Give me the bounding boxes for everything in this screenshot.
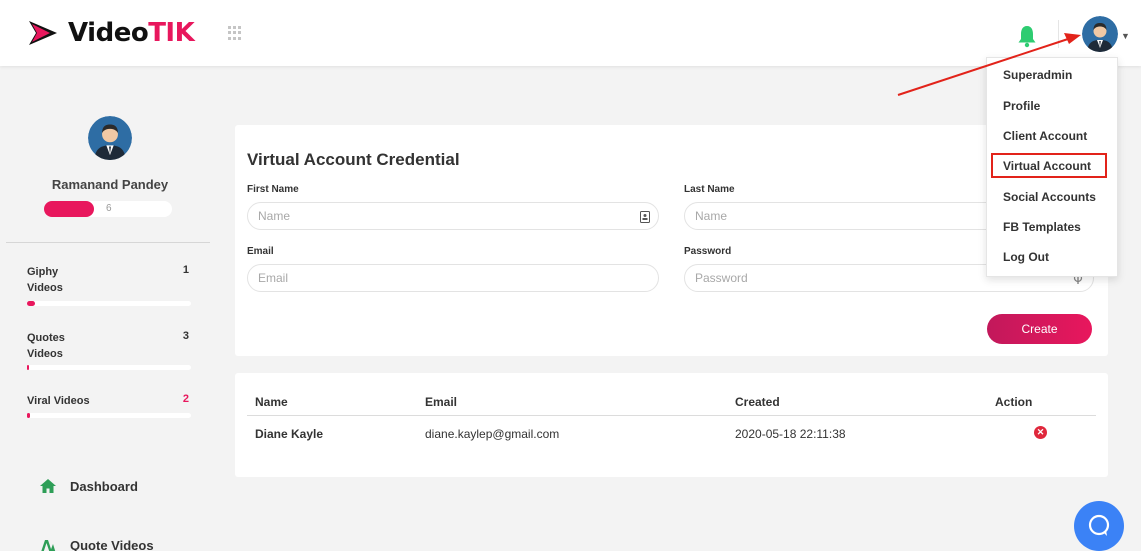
first-name-input[interactable] <box>247 202 659 230</box>
quote-videos-icon <box>38 536 58 551</box>
stat-count: 1 <box>182 264 189 276</box>
menu-item-fb-templates[interactable]: FB Templates <box>1003 220 1081 234</box>
column-header-action: Action <box>995 395 1033 409</box>
user-dropdown-menu: Superadmin Profile Client Account Virtua… <box>986 57 1118 277</box>
cell-created: 2020-05-18 22:11:38 <box>735 427 846 441</box>
logo-text: VideoTIK <box>68 18 195 48</box>
menu-item-superadmin[interactable]: Superadmin <box>1003 68 1072 82</box>
form-title: Virtual Account Credential <box>247 150 460 169</box>
column-header-name: Name <box>255 395 288 409</box>
contact-card-icon <box>640 211 650 223</box>
header-divider <box>1058 20 1059 48</box>
user-count: 6 <box>106 203 112 214</box>
column-header-email: Email <box>425 395 458 409</box>
stat-progress-bar <box>27 365 191 370</box>
first-name-label: First Name <box>247 184 299 195</box>
sidebar-divider <box>6 242 210 243</box>
stat-progress-bar <box>27 301 191 306</box>
nav-quote-videos[interactable]: Quote Videos <box>38 536 154 551</box>
chat-button[interactable] <box>1074 501 1124 551</box>
bell-icon[interactable] <box>1016 24 1038 48</box>
play-logo-icon <box>29 21 57 45</box>
menu-item-profile[interactable]: Profile <box>1003 99 1040 113</box>
sidebar-avatar <box>88 116 132 160</box>
user-progress-pill: 6 <box>44 201 172 217</box>
last-name-label: Last Name <box>684 184 735 195</box>
stat-label: Giphy Videos <box>27 266 63 294</box>
stat-quotes-videos[interactable]: Quotes Videos 3 <box>27 330 191 370</box>
sidebar-user-name: Ramanand Pandey <box>51 177 169 192</box>
delete-icon[interactable]: ✕ <box>1034 426 1047 439</box>
cell-email: diane.kaylep@gmail.com <box>425 427 560 441</box>
stat-count: 3 <box>182 330 189 342</box>
stat-viral-videos[interactable]: Viral Videos 2 <box>27 393 191 418</box>
logo[interactable]: VideoTIK <box>26 18 195 48</box>
top-bar: VideoTIK ▼ <box>0 0 1141 66</box>
apps-grid-icon[interactable] <box>228 26 242 40</box>
stat-label: Quotes Videos <box>27 332 65 360</box>
user-avatar[interactable] <box>1082 16 1118 52</box>
stat-giphy-videos[interactable]: Giphy Videos 1 <box>27 264 191 306</box>
table-header-divider <box>247 415 1096 416</box>
cell-name: Diane Kayle <box>255 427 324 441</box>
email-label: Email <box>247 246 274 257</box>
credential-form-card: Virtual Account Credential First Name La… <box>235 125 1108 356</box>
sidebar: Ramanand Pandey 6 Giphy Videos 1 Quotes … <box>0 66 210 551</box>
menu-item-social-accounts[interactable]: Social Accounts <box>1003 190 1096 204</box>
create-button[interactable]: Create <box>987 314 1092 344</box>
email-input[interactable] <box>247 264 659 292</box>
nav-label: Quote Videos <box>70 537 154 551</box>
column-header-created: Created <box>735 395 780 409</box>
menu-item-log-out[interactable]: Log Out <box>1003 250 1049 264</box>
nav-label: Dashboard <box>70 478 138 494</box>
menu-item-virtual-account[interactable]: Virtual Account <box>1003 159 1091 173</box>
home-icon <box>38 477 58 495</box>
menu-item-client-account[interactable]: Client Account <box>1003 129 1087 143</box>
stat-progress-bar <box>27 413 191 418</box>
stat-count: 2 <box>182 393 189 405</box>
nav-dashboard[interactable]: Dashboard <box>38 477 138 495</box>
stat-label: Viral Videos <box>27 395 90 407</box>
accounts-table-card: Name Email Created Action Diane Kayle di… <box>235 373 1108 477</box>
chat-bubble-icon <box>1088 514 1110 536</box>
chevron-down-icon[interactable]: ▼ <box>1121 31 1130 41</box>
password-label: Password <box>684 246 732 257</box>
